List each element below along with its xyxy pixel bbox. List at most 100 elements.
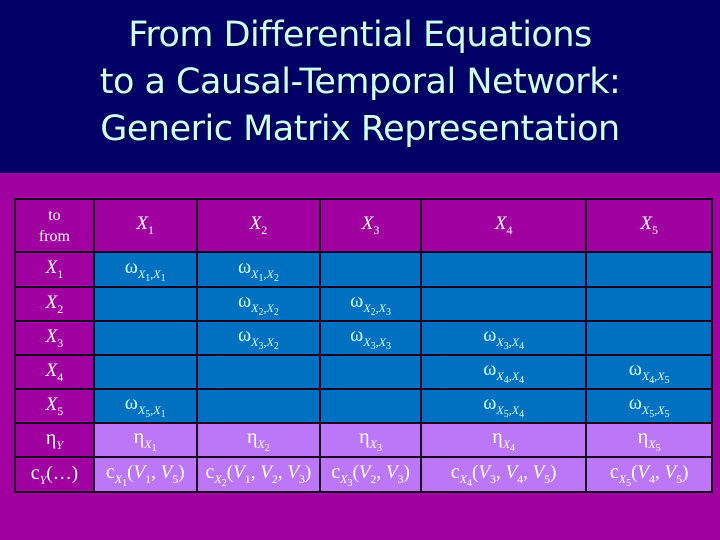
matrix-row-x5: X5 ωX5,X1 ωX5,X4 ωX5,X5 <box>14 388 713 424</box>
omega-subscript: X4,X5 <box>641 369 670 386</box>
arg-var: V <box>478 461 490 483</box>
c-row-header: cY(…) <box>14 456 95 493</box>
arg-index: 3 <box>298 471 305 486</box>
title-line-2: to a Causal-Temporal Network: <box>99 62 621 102</box>
row-header-index: 5 <box>57 403 64 418</box>
c-symbol: c <box>609 460 619 483</box>
row-header-x3: X3 <box>14 320 95 356</box>
from-index: 4 <box>649 375 655 386</box>
c-symbol: c <box>30 461 40 484</box>
from-index: 5 <box>503 409 509 420</box>
c-subscript: X1 <box>115 472 127 489</box>
c-symbol: c <box>331 460 341 483</box>
c-cell-x4: cX4(V3, V4, V5) <box>419 456 588 493</box>
column-header-index: 3 <box>373 223 380 237</box>
omega-cell-x3-x1 <box>92 320 198 356</box>
eta-symbol: η <box>133 426 145 448</box>
omega-subscript: X2,X2 <box>251 301 279 318</box>
eta-var: X <box>502 437 511 451</box>
c-var: X <box>340 471 348 486</box>
omega-cell-x4-x4: ωX4,X4 <box>419 354 588 390</box>
to-index: 2 <box>273 307 279 318</box>
omega-cell-x5-x1: ωX5,X1 <box>92 388 198 424</box>
to-var: X <box>153 266 161 281</box>
title-line-3: Generic Matrix Representation <box>100 109 620 149</box>
to-index: 5 <box>664 409 670 420</box>
causal-matrix-table: to from X1 X2 X3 X4 X5 X1 ωX1,X1 ωX1,X2 X2 ωX2,X2 ωX… <box>14 198 713 493</box>
omega-subscript: X2,X3 <box>363 301 391 318</box>
arg-index: 3 <box>489 471 496 486</box>
arg-index: 2 <box>370 471 377 486</box>
eta-var: X <box>648 437 656 451</box>
arg-index: 2 <box>271 471 278 486</box>
arg-var: V <box>133 461 146 483</box>
from-var: X <box>363 301 371 315</box>
c-symbol: c <box>105 460 115 483</box>
row-header-x5: X5 <box>14 388 95 424</box>
omega-cell-x4-x3 <box>319 354 422 390</box>
omega-symbol: ω <box>237 324 252 346</box>
eta-symbol: η <box>637 426 649 448</box>
c-subscript: X2 <box>214 472 227 489</box>
from-index: 3 <box>258 341 264 352</box>
omega-symbol: ω <box>350 290 364 312</box>
column-header-index: 2 <box>261 223 268 237</box>
omega-cell-x1-x2: ωX1,X2 <box>195 251 322 288</box>
from-label: from <box>38 227 70 245</box>
eta-subscript: X1 <box>144 437 156 454</box>
c-index: 2 <box>221 477 227 489</box>
to-var: X <box>266 335 274 349</box>
omega-subscript: X5,X4 <box>496 403 525 420</box>
to-var: X <box>511 335 520 349</box>
arg-var: V <box>287 461 299 483</box>
eta-subscript: X3 <box>370 437 382 454</box>
c-var: X <box>459 471 468 486</box>
omega-cell-x5-x5: ωX5,X5 <box>585 388 713 424</box>
eta-index: 3 <box>376 443 382 454</box>
eta-subscript: X2 <box>257 437 269 454</box>
column-header-var: X <box>640 213 652 234</box>
from-index: 5 <box>649 409 655 420</box>
omega-cell-x2-x5 <box>585 286 713 322</box>
eta-symbol: η <box>45 427 57 449</box>
omega-cell-x2-x4 <box>419 286 588 322</box>
arg-var: V <box>505 461 518 483</box>
eta-index: 4 <box>510 443 516 454</box>
from-index: 3 <box>370 341 376 352</box>
to-var: X <box>511 369 520 383</box>
arg-index: 5 <box>172 471 179 486</box>
row-header-index: 4 <box>57 369 64 384</box>
from-index: 1 <box>145 272 151 284</box>
c-symbol: c <box>450 460 460 483</box>
row-header-index: 2 <box>57 301 64 316</box>
to-index: 2 <box>273 341 279 352</box>
to-index: 4 <box>519 409 525 420</box>
from-index: 3 <box>503 341 509 352</box>
arg-index: 5 <box>676 471 683 486</box>
column-header-var: X <box>136 213 149 234</box>
row-header-x4: X4 <box>14 354 95 390</box>
corner-cell: to from <box>14 198 95 253</box>
eta-var: X <box>144 437 152 451</box>
to-index: 3 <box>386 341 391 352</box>
to-index: 1 <box>160 409 166 420</box>
to-var: X <box>657 369 665 383</box>
omega-cell-x3-x4: ωX3,X4 <box>419 320 588 356</box>
omega-cell-x1-x1: ωX1,X1 <box>92 251 198 288</box>
omega-cell-x2-x3: ωX2,X3 <box>319 286 422 322</box>
eta-subscript: X4 <box>502 437 516 454</box>
column-header-x3: X3 <box>319 198 422 253</box>
row-header-index: 1 <box>57 267 64 281</box>
column-header-var: X <box>494 213 507 234</box>
omega-symbol: ω <box>483 358 497 380</box>
c-cell-x3: cX3(V2, V3) <box>319 456 422 493</box>
eta-row-header: ηY <box>14 422 95 458</box>
column-header-var: X <box>249 213 262 234</box>
arg-index: 1 <box>244 471 251 486</box>
arg-index: 5 <box>544 471 551 486</box>
omega-symbol: ω <box>237 290 252 312</box>
arg-var: V <box>233 461 245 483</box>
arg-var: V <box>160 461 173 483</box>
to-var: X <box>266 301 274 315</box>
arg-var: V <box>532 461 545 483</box>
